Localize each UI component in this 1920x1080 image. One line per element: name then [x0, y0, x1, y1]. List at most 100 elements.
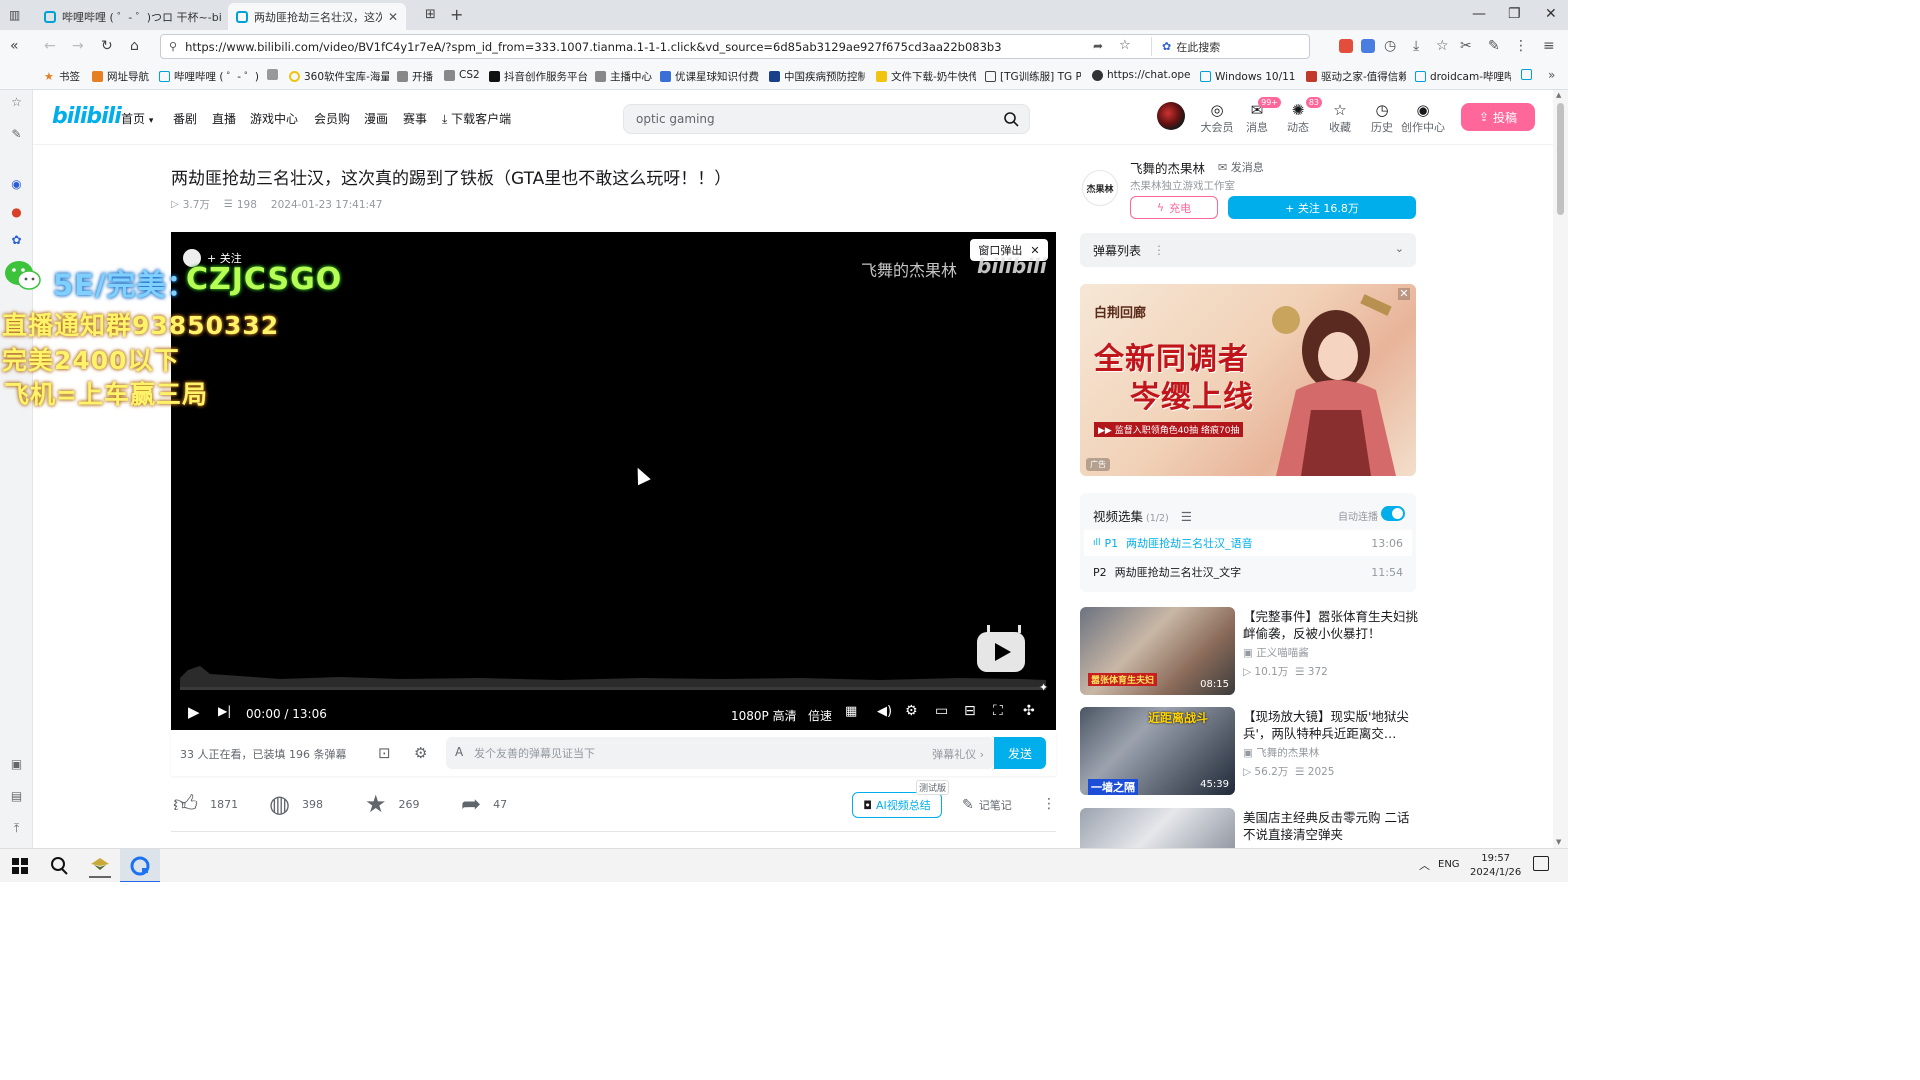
camera-icon[interactable]: ▣ — [10, 758, 23, 771]
bookmark-item[interactable]: 主播中心 — [595, 69, 652, 84]
fullscreen-icon[interactable]: ✣ — [1023, 703, 1035, 719]
charge-button[interactable]: ϟ 充电 — [1130, 196, 1218, 219]
scroll-up-icon[interactable]: ▲ — [1556, 91, 1561, 99]
nav-manga[interactable]: 漫画 — [364, 110, 388, 127]
speed-button[interactable]: 倍速 — [808, 707, 832, 724]
extension-pdf-icon[interactable] — [1339, 39, 1353, 53]
new-tab-icon[interactable]: + — [450, 5, 463, 24]
taskbar-clock[interactable]: 19:57 2024/1/26 — [1470, 852, 1521, 880]
nav-shop[interactable]: 会员购 — [314, 110, 350, 127]
video-title[interactable]: 【现场放大镜】现实版'地狱尖兵'，两队特种兵近距离交… — [1243, 708, 1418, 742]
tools-icon[interactable]: ✂ — [1460, 38, 1472, 54]
danmaku-list-panel[interactable]: 弹幕列表 ⋮ ⌄ — [1080, 233, 1416, 267]
scroll-down-icon[interactable]: ▼ — [1556, 838, 1561, 846]
more-bookmarks-icon[interactable]: » — [1548, 68, 1555, 82]
coin-button[interactable]: ◍ 398 — [269, 790, 323, 818]
pen-icon[interactable]: ✎ — [1488, 38, 1500, 54]
pip-icon[interactable]: ▭ — [935, 703, 948, 719]
bookmark-item[interactable]: 优课星球知识付费 — [660, 69, 764, 84]
follow-button[interactable]: + 关注 16.8万 — [1228, 196, 1416, 219]
header-messages[interactable]: ✉ 99+ 消息 — [1239, 97, 1281, 135]
nav-anime[interactable]: 番剧 — [173, 110, 197, 127]
bookmark-item[interactable]: 文件下载-奶牛快传 — [876, 69, 976, 84]
recommended-video[interactable]: 近距离战斗 一墙之隔 45:39 【现场放大镜】现实版'地狱尖兵'，两队特种兵近… — [1080, 707, 1416, 797]
favorite-button[interactable]: ★ 269 — [365, 790, 420, 818]
tab-grid-icon[interactable]: ⊞ — [425, 7, 436, 22]
bookmark-item[interactable]: 360软件宝库-海量 — [289, 69, 389, 84]
more-icon[interactable]: ⋮ — [1153, 243, 1165, 257]
bookmark-item[interactable]: 驱动之家-值得信赖 — [1306, 69, 1406, 84]
input-language[interactable]: ENG — [1438, 859, 1460, 870]
bilibili-logo[interactable]: bilibili — [52, 104, 122, 129]
recommended-video[interactable]: 嚣张体育生夫妇 08:15 【完整事件】嚣张体育生夫妇挑衅偷袭，反被小伙暴打！ … — [1080, 607, 1418, 697]
share-icon[interactable]: ➦ — [1093, 39, 1103, 53]
ai-summary-button[interactable]: ◘ AI视频总结 — [852, 792, 942, 818]
minimize-icon[interactable]: — — [1472, 6, 1486, 22]
bookmark-item[interactable]: Windows 10/11永 — [1200, 69, 1296, 84]
bookmark-item[interactable]: droidcam-哔哩哔 — [1415, 69, 1511, 84]
header-creator-center[interactable]: ◉ 创作中心 — [1401, 101, 1445, 135]
autoplay-toggle[interactable] — [1381, 506, 1405, 521]
nav-esports[interactable]: 赛事 — [403, 110, 427, 127]
bookmark-item[interactable]: [TG训练服] TG Pr — [985, 69, 1081, 84]
extension-translate-icon[interactable] — [1361, 39, 1375, 53]
menu-icon[interactable]: ≡ — [1543, 38, 1555, 54]
danmaku-settings-icon[interactable]: ⚙ — [414, 744, 427, 762]
header-dynamics[interactable]: ✺ 83 动态 — [1280, 97, 1322, 135]
windows-start-icon[interactable] — [9, 855, 31, 877]
video-uploader[interactable]: ▣ 正义喵喵酱 — [1243, 645, 1309, 660]
nav-game-center[interactable]: 游戏中心 — [250, 110, 298, 127]
app-icon[interactable]: ● — [10, 206, 23, 219]
paw-icon[interactable]: ✿ — [10, 234, 23, 247]
chevron-down-icon[interactable]: ⌄ — [1395, 242, 1404, 255]
danmaku-etiquette-link[interactable]: 弹幕礼仪 › — [932, 746, 984, 762]
more-icon[interactable]: ⋮ — [1514, 38, 1528, 54]
pen-icon[interactable]: ✎ — [10, 128, 23, 141]
notification-icon[interactable] — [1533, 856, 1549, 871]
bookmark-item[interactable]: 开播 — [397, 69, 433, 84]
danmaku-off-icon[interactable]: ▦ — [845, 704, 857, 719]
next-icon[interactable]: ▶| — [218, 704, 231, 718]
video-thumbnail[interactable] — [1080, 808, 1235, 848]
video-uploader[interactable]: ▣ 飞舞的杰果林 — [1243, 745, 1319, 760]
search-input[interactable]: optic gaming — [623, 104, 1030, 134]
header-favorites[interactable]: ☆ 收藏 — [1322, 101, 1358, 135]
address-bar[interactable]: ⚲ https://www.bilibili.com/video/BV1fC4y… — [160, 34, 1310, 59]
video-thumbnail[interactable]: 嚣张体育生夫妇 08:15 — [1080, 607, 1235, 695]
video-title[interactable]: 美国店主经典反击零元购 二话不说直接清空弹夹 — [1243, 809, 1416, 843]
recommended-video[interactable]: 美国店主经典反击零元购 二话不说直接清空弹夹 — [1080, 808, 1416, 848]
header-history[interactable]: ◷ 历史 — [1364, 101, 1400, 135]
pin-icon[interactable]: ⤒ — [10, 822, 23, 835]
scrollbar-thumb[interactable] — [1557, 103, 1564, 215]
danmaku-toggle-icon[interactable]: ⊡ — [378, 744, 391, 762]
upload-button[interactable]: ⇪ 投稿 — [1461, 103, 1535, 131]
search-icon[interactable] — [1003, 111, 1019, 127]
bookmark-item[interactable]: ★ 书签 — [44, 69, 80, 84]
avatar[interactable] — [1157, 102, 1185, 130]
restore-icon[interactable]: ❐ — [1508, 6, 1521, 22]
tab-current-video[interactable]: 两劫匪抢劫三名壮汉，这次真的 ✕ — [228, 3, 406, 30]
close-icon[interactable]: ✕ — [1398, 288, 1410, 300]
bookmark-item[interactable]: 哔哩哔哩 ( ゜- ゜)つ — [159, 69, 259, 84]
search-engine-box[interactable]: ✿ 在此搜索 — [1151, 37, 1309, 56]
progress-bar[interactable] — [180, 687, 1046, 690]
forward-icon[interactable]: → — [72, 38, 84, 54]
send-button[interactable]: 发送 — [994, 737, 1046, 769]
bookmark-item[interactable]: 网址导航 — [92, 69, 149, 84]
bookmark-item[interactable]: https://chat.oper — [1092, 69, 1190, 81]
nav-download-client[interactable]: ⤓ 下载客户端 — [442, 110, 511, 127]
tray-expand-icon[interactable]: ︿ — [1419, 857, 1430, 873]
video-thumbnail[interactable]: 近距离战斗 一墙之隔 45:39 — [1080, 707, 1235, 795]
bookmark-item[interactable]: 抖音创作服务平台 — [489, 69, 588, 84]
download-icon[interactable]: ⤓ — [1413, 38, 1419, 54]
favorites-icon[interactable]: ☆ — [10, 96, 23, 109]
bookmark-item[interactable]: 中国疾病预防控制 — [769, 69, 865, 84]
header-vip[interactable]: ◎ 大会员 — [1199, 101, 1235, 135]
nav-live[interactable]: 直播 — [212, 110, 236, 127]
bookmark-item[interactable]: CS2 — [444, 69, 480, 81]
history-icon[interactable]: ◷ — [1384, 38, 1396, 54]
page-scrollbar[interactable]: ▲ ▼ — [1553, 90, 1568, 848]
play-icon[interactable]: ▶ — [188, 703, 200, 721]
font-style-icon[interactable]: A — [455, 745, 463, 759]
nav-home[interactable]: 首页 ▾ — [121, 110, 153, 127]
